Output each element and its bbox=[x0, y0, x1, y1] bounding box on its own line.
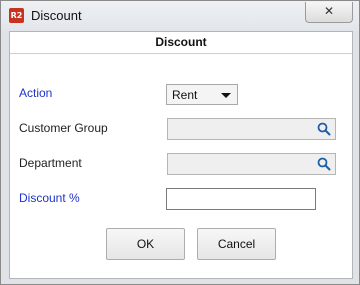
action-select[interactable]: Rent bbox=[166, 84, 238, 105]
discount-window: R2 Discount ✕ Discount Action Rent Custo… bbox=[0, 0, 360, 285]
action-select-value: Rent bbox=[172, 88, 198, 102]
dropdown-arrow-icon bbox=[221, 93, 231, 98]
customer-group-label: Customer Group bbox=[19, 121, 108, 135]
close-icon: ✕ bbox=[323, 4, 335, 18]
ok-button[interactable]: OK bbox=[106, 228, 185, 260]
department-field[interactable] bbox=[167, 153, 336, 175]
discount-percent-input[interactable] bbox=[166, 188, 316, 210]
app-logo-icon: R2 bbox=[9, 8, 24, 23]
search-icon[interactable] bbox=[317, 157, 331, 171]
header-divider bbox=[10, 53, 352, 54]
close-button[interactable]: ✕ bbox=[305, 2, 353, 23]
search-icon[interactable] bbox=[317, 122, 331, 136]
dialog-body: Discount Action Rent Customer Group Depa… bbox=[9, 31, 353, 279]
title-bar[interactable]: R2 Discount ✕ bbox=[1, 1, 359, 31]
dialog-header: Discount bbox=[155, 35, 207, 49]
customer-group-field[interactable] bbox=[167, 118, 336, 140]
discount-percent-label: Discount % bbox=[19, 191, 80, 205]
cancel-button[interactable]: Cancel bbox=[197, 228, 276, 260]
action-label: Action bbox=[19, 86, 53, 100]
department-label: Department bbox=[19, 156, 82, 170]
window-title: Discount bbox=[31, 8, 82, 23]
